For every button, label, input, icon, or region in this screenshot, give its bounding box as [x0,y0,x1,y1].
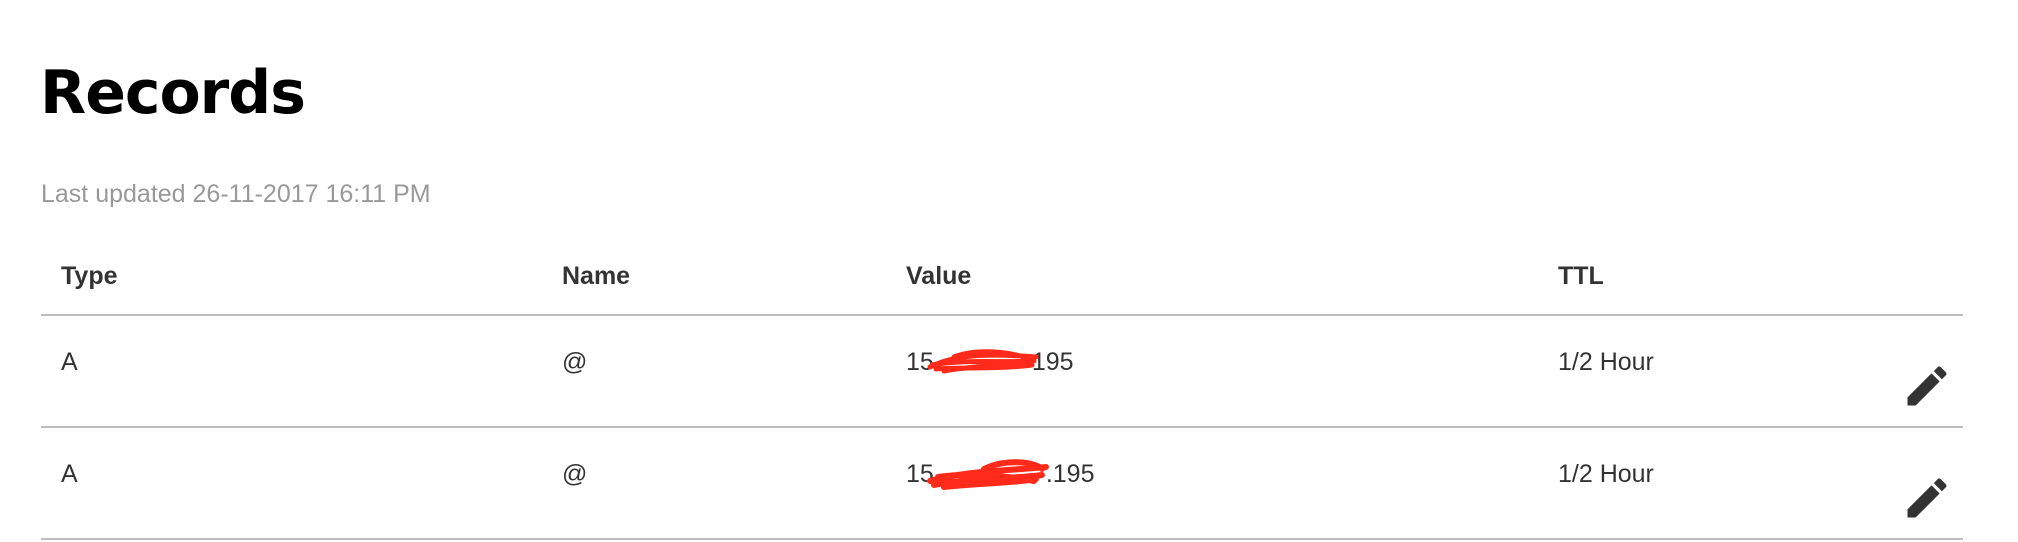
header-name: Name [562,262,631,290]
table-row: A @ 15.195 1/2 Hour [41,428,1963,540]
record-value: 15.195 [906,459,1094,491]
table-row: A @ 15 195 1/2 Hour [41,316,1963,428]
record-value: 15 195 [906,348,1074,377]
record-ttl: 1/2 Hour [1558,460,1654,488]
record-name: @ [562,460,588,488]
header-type: Type [61,262,118,290]
record-type: A [61,460,78,488]
last-updated-text: Last updated 26-11-2017 16:11 PM [41,180,431,208]
header-value: Value [906,262,972,290]
pencil-icon [1907,366,1947,406]
table-header: Type Name Value TTL [41,250,1963,316]
page-title: Records [40,58,306,128]
redaction-scribble [926,459,1049,491]
redaction-scribble [927,349,1039,374]
record-type: A [61,348,78,376]
records-table: Type Name Value TTL A @ 15 195 1/2 Hour A… [41,250,1963,540]
record-name: @ [562,348,588,376]
edit-record-button[interactable] [1901,360,1953,412]
header-ttl: TTL [1558,262,1604,290]
pencil-icon [1907,478,1947,518]
edit-record-button[interactable] [1901,472,1953,524]
record-ttl: 1/2 Hour [1558,348,1654,376]
